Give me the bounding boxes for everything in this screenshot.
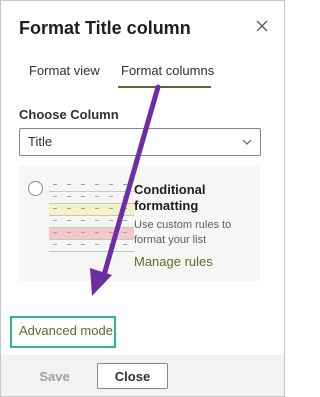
choose-column-label: Choose Column [19, 107, 119, 122]
panel-title: Format Title column [19, 18, 191, 38]
thumbnail-row-highlight [49, 228, 134, 240]
tab-format-columns[interactable]: Format columns [121, 63, 214, 78]
thumbnail-row [49, 216, 134, 228]
thumbnail-row-highlight [49, 204, 134, 216]
conditional-formatting-radio[interactable] [28, 181, 43, 196]
advanced-mode-link[interactable]: Advanced mode [19, 323, 113, 338]
panel-footer: Save Close [1, 355, 284, 396]
conditional-formatting-card[interactable]: Conditional formatting Use custom rules … [19, 166, 260, 281]
thumbnail-row [49, 180, 134, 192]
dropdown-selected-value: Title [28, 134, 53, 149]
conditional-formatting-title: Conditional formatting [134, 182, 206, 213]
choose-column-dropdown[interactable]: Title [19, 128, 261, 156]
save-button[interactable]: Save [19, 363, 90, 389]
active-tab-indicator [118, 86, 211, 88]
close-icon[interactable] [251, 15, 273, 37]
close-icon-glyph [256, 20, 268, 32]
conditional-formatting-thumbnail-icon [49, 180, 134, 262]
thumbnail-row [49, 240, 134, 252]
chevron-down-icon [242, 139, 252, 145]
conditional-formatting-description: Use custom rules to format your list [134, 219, 232, 246]
tab-bar: Format view Format columns [1, 57, 284, 91]
tab-format-view[interactable]: Format view [29, 63, 100, 78]
format-column-panel: Format Title column Format view Format c… [0, 0, 285, 397]
close-button[interactable]: Close [97, 363, 168, 389]
thumbnail-row [49, 192, 134, 204]
manage-rules-link[interactable]: Manage rules [134, 254, 213, 269]
